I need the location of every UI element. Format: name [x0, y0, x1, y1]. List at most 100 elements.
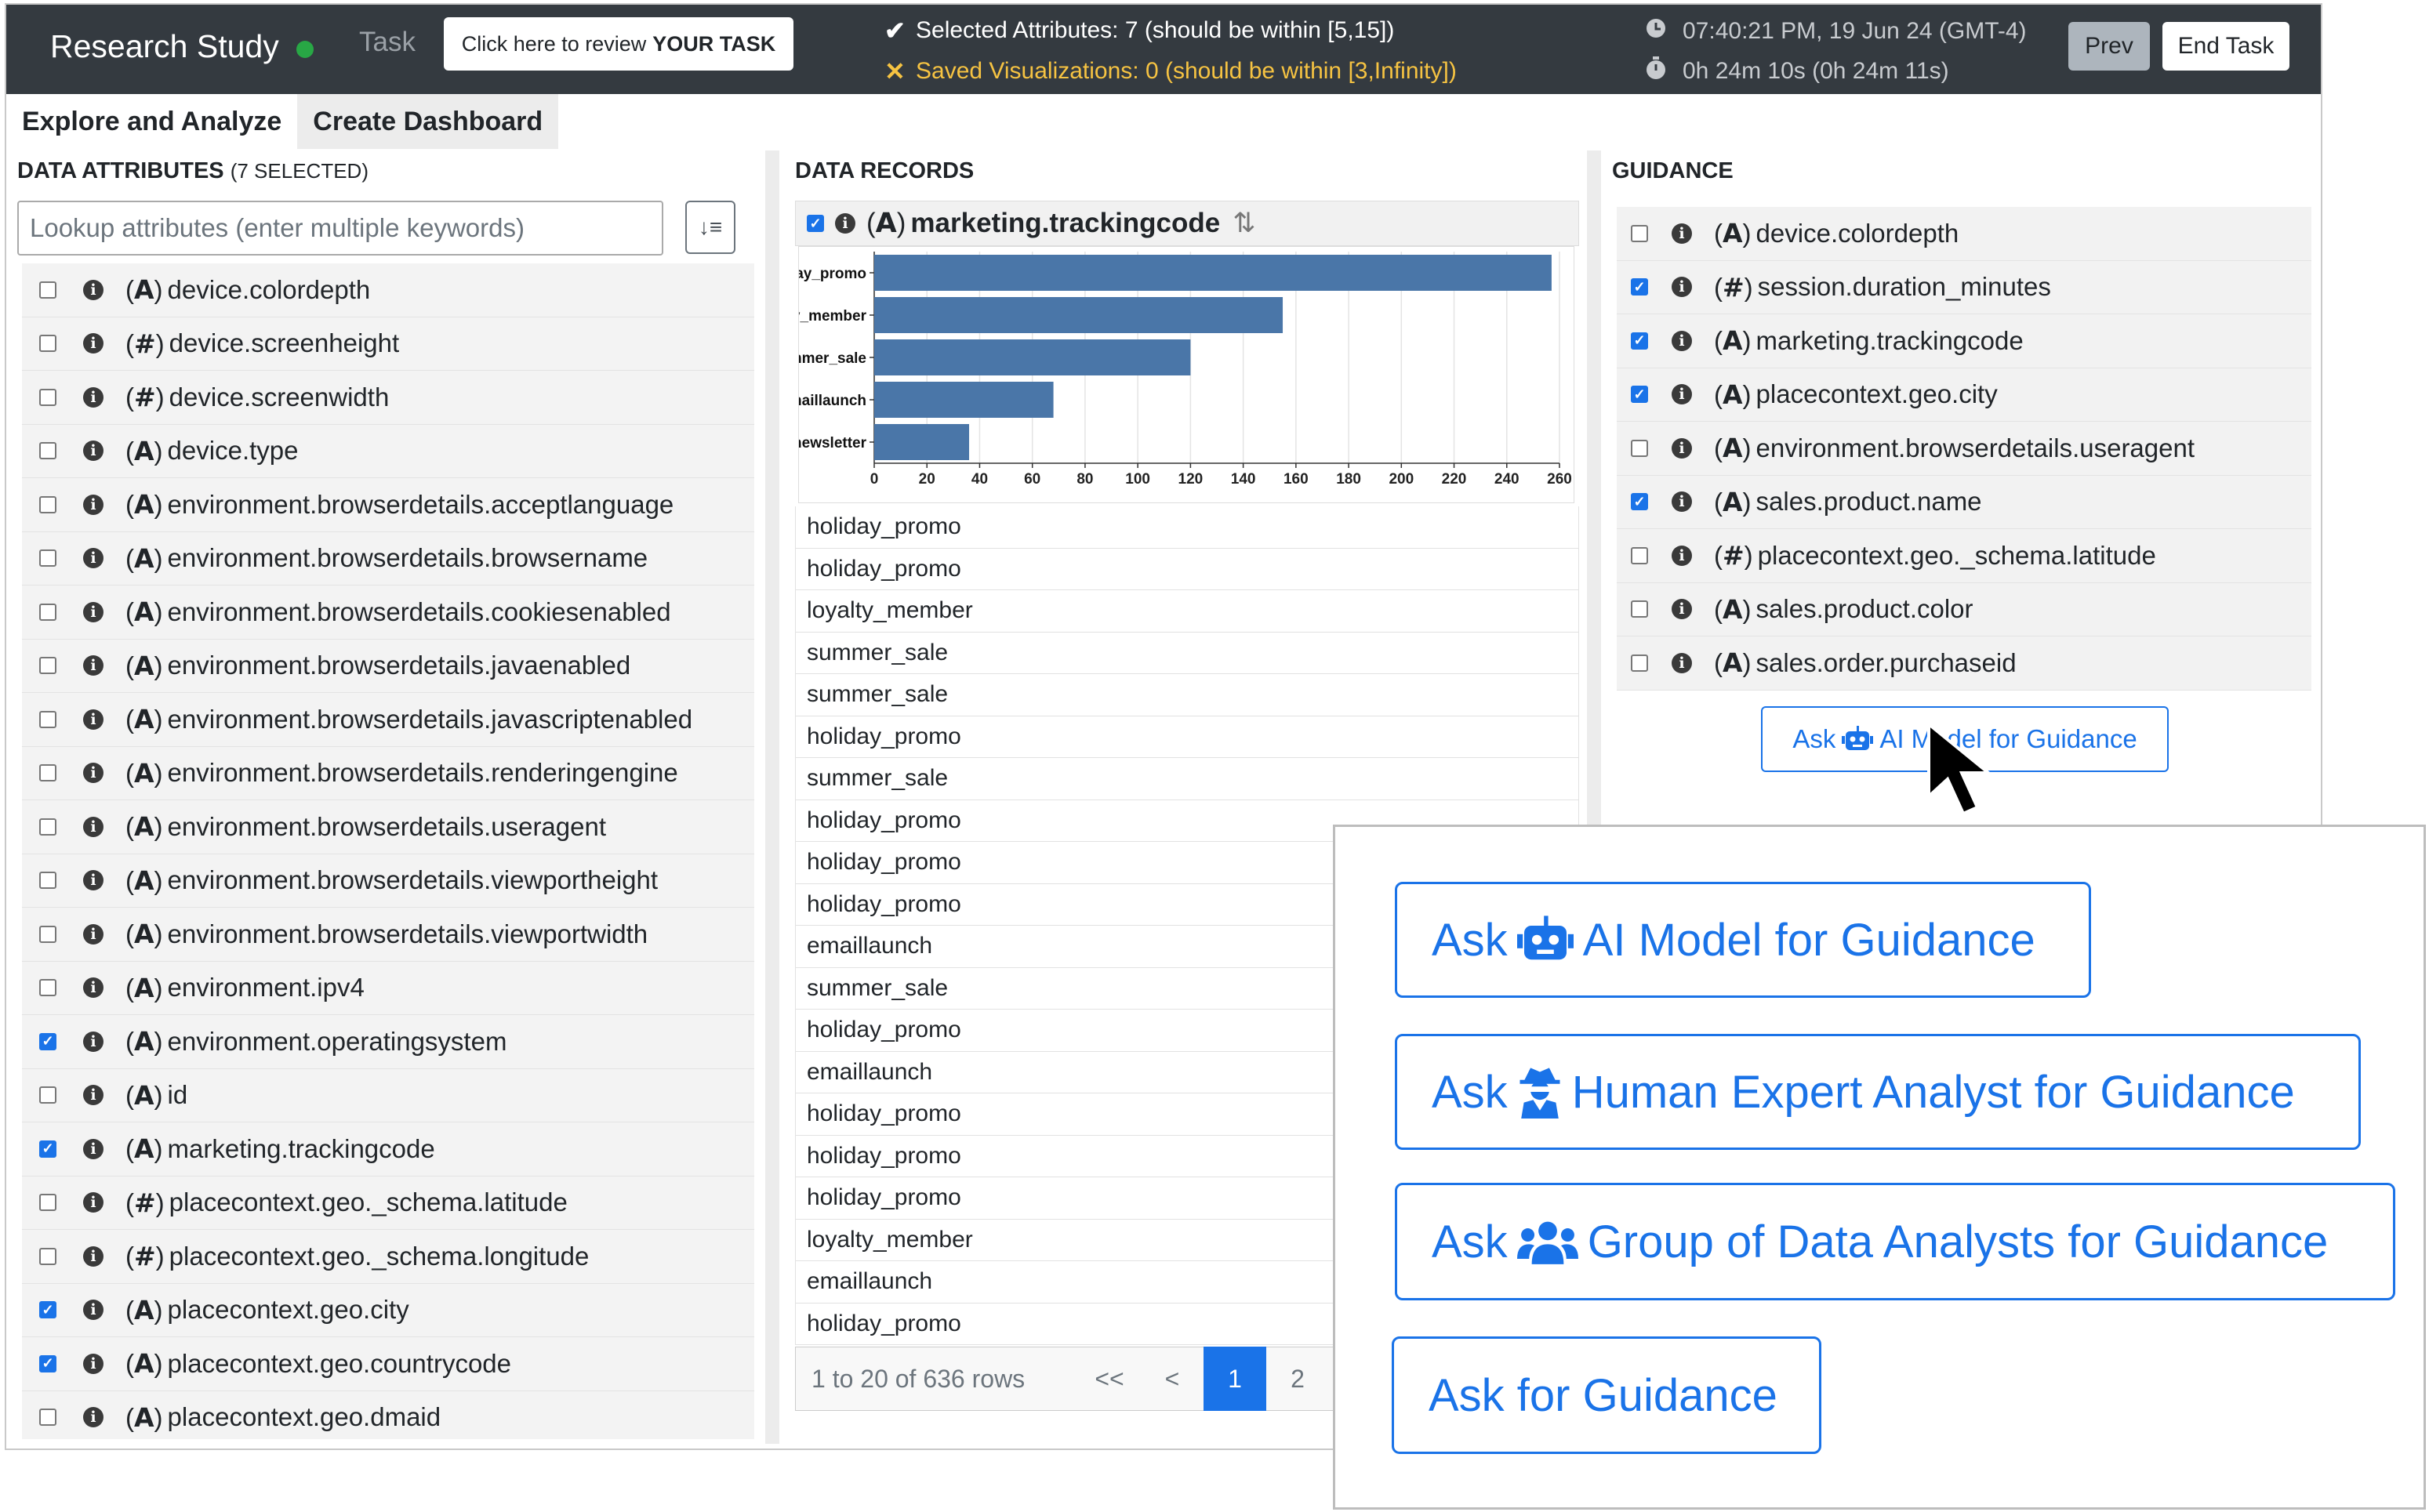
info-icon[interactable]: i [83, 548, 103, 569]
prev-page-button[interactable]: < [1141, 1365, 1204, 1394]
info-icon[interactable]: i [83, 1407, 103, 1428]
info-icon[interactable]: i [1672, 599, 1692, 620]
attribute-item[interactable]: i (#) device.screenwidth [22, 371, 754, 425]
sort-arrows-icon[interactable]: ⇅ [1233, 208, 1255, 239]
info-icon[interactable]: i [83, 763, 103, 784]
attribute-item[interactable]: i (#) placecontext.geo._schema.latitude [22, 1177, 754, 1230]
guidance-item[interactable]: ✓ i (A) marketing.trackingcode [1617, 314, 2311, 368]
info-icon[interactable]: i [1672, 545, 1692, 566]
attribute-item[interactable]: i (A) environment.ipv4 [22, 962, 754, 1015]
guidance-checkbox[interactable] [1631, 654, 1648, 672]
attribute-item[interactable]: ✓ i (A) placecontext.geo.countrycode [22, 1337, 754, 1391]
attribute-item[interactable]: i (A) environment.browserdetails.cookiesen… [22, 586, 754, 640]
column-checkbox[interactable]: ✓ [807, 215, 824, 232]
guidance-item[interactable]: ✓ i (#) session.duration_minutes [1617, 261, 2311, 314]
info-icon[interactable]: i [83, 601, 103, 622]
attribute-checkbox[interactable] [39, 442, 56, 460]
attribute-item[interactable]: i (A) device.type [22, 425, 754, 478]
info-icon[interactable]: i [83, 333, 103, 354]
attribute-checkbox[interactable] [39, 603, 56, 621]
guidance-checkbox[interactable]: ✓ [1631, 493, 1648, 511]
ask-ai-model-option[interactable]: Ask AI Model for Guidance [1395, 882, 2091, 998]
info-icon[interactable]: i [83, 1245, 103, 1267]
page-2-button[interactable]: 2 [1266, 1365, 1329, 1394]
tab-explore-and-analyze[interactable]: Explore and Analyze [6, 94, 298, 149]
info-icon[interactable]: i [835, 213, 855, 234]
attribute-item[interactable]: i (A) environment.browserdetails.viewporth… [22, 854, 754, 908]
attribute-item[interactable]: i (A) device.colordepth [22, 263, 754, 317]
guidance-item[interactable]: i (A) device.colordepth [1617, 207, 2311, 261]
attribute-item[interactable]: ✓ i (A) marketing.trackingcode [22, 1122, 754, 1177]
attribute-checkbox[interactable] [39, 549, 56, 567]
guidance-item[interactable]: i (#) placecontext.geo._schema.latitude [1617, 529, 2311, 583]
info-icon[interactable]: i [83, 655, 103, 676]
attribute-search-input[interactable]: Lookup attributes (enter multiple keywor… [17, 201, 663, 256]
attribute-item[interactable]: i (#) placecontext.geo._schema.longitude [22, 1230, 754, 1284]
guidance-item[interactable]: i (A) sales.order.purchaseid [1617, 636, 2311, 691]
info-icon[interactable]: i [83, 1138, 103, 1159]
attribute-checkbox[interactable]: ✓ [39, 1032, 56, 1050]
guidance-item[interactable]: ✓ i (A) sales.product.name [1617, 476, 2311, 529]
info-icon[interactable]: i [83, 386, 103, 408]
info-icon[interactable]: i [83, 1192, 103, 1213]
attribute-checkbox[interactable] [39, 281, 56, 299]
info-icon[interactable]: i [1672, 491, 1692, 513]
review-task-button[interactable]: Click here to review YOUR TASK [444, 17, 793, 71]
attribute-checkbox[interactable] [39, 925, 56, 943]
guidance-item[interactable]: i (A) sales.product.color [1617, 583, 2311, 636]
info-icon[interactable]: i [83, 1300, 103, 1321]
attribute-checkbox[interactable] [39, 818, 56, 836]
info-icon[interactable]: i [83, 441, 103, 462]
attribute-item[interactable]: i (#) device.screenheight [22, 317, 754, 371]
attribute-checkbox[interactable] [39, 979, 56, 997]
attribute-item[interactable]: i (A) environment.browserdetails.viewportw… [22, 908, 754, 962]
attribute-item[interactable]: i (A) environment.browserdetails.rendering… [22, 747, 754, 800]
attribute-checkbox[interactable] [39, 710, 56, 728]
info-icon[interactable]: i [1672, 330, 1692, 351]
attribute-checkbox[interactable] [39, 1247, 56, 1265]
guidance-checkbox[interactable] [1631, 600, 1648, 618]
attribute-item[interactable]: i (A) environment.browserdetails.browserna… [22, 532, 754, 586]
attribute-item[interactable]: i (A) id [22, 1069, 754, 1122]
attribute-checkbox[interactable]: ✓ [39, 1354, 56, 1372]
attribute-item[interactable]: i (A) placecontext.geo.dmaid [22, 1391, 754, 1440]
guidance-item[interactable]: i (A) environment.browserdetails.useragent [1617, 422, 2311, 476]
ask-for-guidance-option[interactable]: Ask for Guidance [1392, 1336, 1821, 1454]
ask-human-expert-option[interactable]: Ask Human Expert Analyst for Guidance [1395, 1034, 2361, 1150]
guidance-item[interactable]: ✓ i (A) placecontext.geo.city [1617, 368, 2311, 422]
info-icon[interactable]: i [83, 1353, 103, 1374]
guidance-checkbox[interactable] [1631, 546, 1648, 564]
guidance-checkbox[interactable]: ✓ [1631, 386, 1648, 404]
guidance-checkbox[interactable]: ✓ [1631, 278, 1648, 296]
info-icon[interactable]: i [1672, 384, 1692, 405]
attribute-item[interactable]: i (A) environment.browserdetails.javascrip… [22, 693, 754, 747]
attribute-checkbox[interactable] [39, 495, 56, 513]
info-icon[interactable]: i [1672, 223, 1692, 244]
guidance-checkbox[interactable]: ✓ [1631, 332, 1648, 350]
page-1-button[interactable]: 1 [1204, 1347, 1266, 1411]
panel-splitter-left[interactable] [765, 150, 779, 1444]
info-icon[interactable]: i [1672, 652, 1692, 673]
end-task-button[interactable]: End Task [2162, 22, 2289, 71]
attribute-checkbox[interactable] [39, 388, 56, 406]
attribute-item[interactable]: i (A) environment.browserdetails.acceptlan… [22, 478, 754, 532]
info-icon[interactable]: i [83, 1031, 103, 1052]
info-icon[interactable]: i [83, 923, 103, 945]
prev-button[interactable]: Prev [2068, 22, 2150, 71]
info-icon[interactable]: i [83, 279, 103, 300]
guidance-checkbox[interactable] [1631, 439, 1648, 457]
attribute-checkbox[interactable]: ✓ [39, 1140, 56, 1158]
info-icon[interactable]: i [83, 709, 103, 730]
attribute-checkbox[interactable] [39, 1409, 56, 1427]
attribute-checkbox[interactable] [39, 764, 56, 782]
attribute-checkbox[interactable] [39, 872, 56, 890]
first-page-button[interactable]: << [1078, 1365, 1141, 1394]
attribute-checkbox[interactable] [39, 335, 56, 353]
info-icon[interactable]: i [83, 494, 103, 515]
tab-create-dashboard[interactable]: Create Dashboard [297, 94, 559, 149]
attribute-item[interactable]: i (A) environment.browserdetails.javaenabl… [22, 640, 754, 693]
attribute-checkbox[interactable]: ✓ [39, 1301, 56, 1319]
info-icon[interactable]: i [83, 977, 103, 999]
attribute-checkbox[interactable] [39, 1194, 56, 1212]
info-icon[interactable]: i [83, 816, 103, 837]
